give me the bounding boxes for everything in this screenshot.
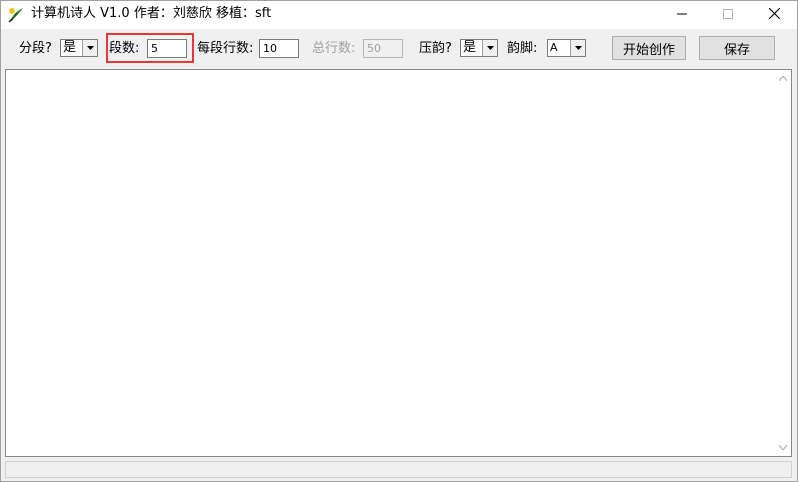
start-creating-button[interactable]: 开始创作 [612,36,686,60]
status-bar [5,461,792,478]
maximize-icon [723,8,733,23]
rhyme-select-value: 是 [463,40,477,55]
scroll-down-icon[interactable] [774,439,791,456]
scroll-up-icon[interactable] [774,70,791,87]
paragraph-select[interactable]: 是 [60,39,98,57]
save-button[interactable]: 保存 [699,36,775,60]
maximize-button[interactable] [705,1,751,29]
total-lines-label: 总行数: [312,41,356,56]
total-lines-input: 50 [363,39,403,58]
toolbar: 分段? 是 段数: 5 每段行数: 10 总行数: 50 压韵? 是 韵脚: A… [1,29,797,67]
close-button[interactable] [751,1,797,29]
rhyme-select[interactable]: 是 [460,39,498,57]
vertical-scrollbar[interactable] [774,70,791,456]
lines-per-section-input-value: 10 [263,42,277,55]
window-title: 计算机诗人 V1.0 作者：刘慈欣 移植：sft [31,6,272,21]
close-icon [768,7,780,23]
rhyme-foot-label: 韵脚: [507,41,538,56]
app-window: 计算机诗人 V1.0 作者：刘慈欣 移植：sft 分段? 是 段数: 5 每段行… [0,0,798,482]
highlight-box [106,33,194,63]
poet-app-icon [7,6,25,24]
title-bar[interactable]: 计算机诗人 V1.0 作者：刘慈欣 移植：sft [1,1,797,29]
rhyme-foot-select[interactable]: A [547,39,586,57]
chevron-down-icon[interactable] [82,40,97,56]
chevron-down-icon[interactable] [482,40,497,56]
paragraph-label: 分段? [19,41,52,56]
minimize-icon [677,8,687,23]
rhyme-label: 压韵? [419,41,452,56]
chevron-down-icon[interactable] [570,40,585,56]
rhyme-foot-select-value: A [550,41,558,54]
total-lines-input-value: 50 [367,42,381,55]
poem-output-area[interactable] [5,69,792,457]
lines-per-section-input[interactable]: 10 [259,39,299,58]
paragraph-select-value: 是 [63,40,77,55]
minimize-button[interactable] [659,1,705,29]
lines-per-section-label: 每段行数: [197,41,254,56]
